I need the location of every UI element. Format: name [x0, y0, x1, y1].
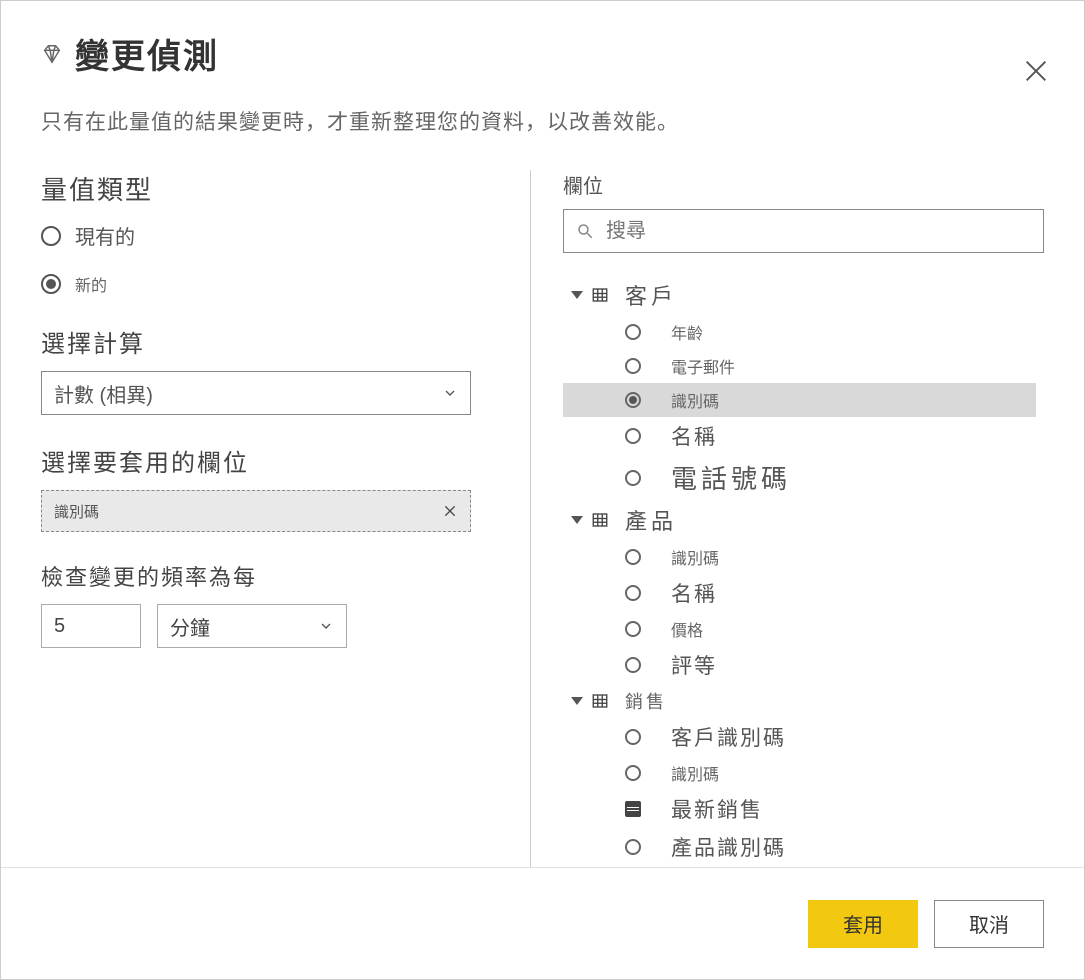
- field-label: 名稱: [671, 421, 717, 451]
- frequency-row: 分鐘: [41, 604, 498, 648]
- tree-field-item[interactable]: 識別碼: [563, 383, 1036, 417]
- search-icon: [576, 222, 594, 240]
- tree-field-item[interactable]: 年齡: [563, 315, 1036, 349]
- field-label: 最新銷售: [671, 794, 763, 824]
- expand-icon: [571, 291, 583, 299]
- tree-field-item[interactable]: 最新銷售: [563, 790, 1036, 828]
- field-label: 電子郵件: [671, 354, 735, 378]
- remove-chip-icon[interactable]: [442, 503, 458, 519]
- field-label: 價格: [671, 617, 703, 641]
- applied-field-chip[interactable]: 識別碼: [41, 490, 471, 532]
- tree-field-item[interactable]: 價格: [563, 612, 1036, 646]
- fields-label: 欄位: [563, 170, 1044, 199]
- field-label: 客戶識別碼: [671, 722, 786, 752]
- cancel-button[interactable]: 取消: [934, 900, 1044, 948]
- tree-field-item[interactable]: 名稱: [563, 417, 1036, 455]
- dialog-header: 變更偵測 只有在此量值的結果變更時，才重新整理您的資料，以改善效能。: [1, 1, 1084, 146]
- field-label: 評等: [671, 650, 717, 680]
- radio-new[interactable]: 新的: [41, 272, 498, 296]
- table-icon: [591, 286, 609, 304]
- apply-field-title: 選擇要套用的欄位: [41, 443, 498, 478]
- tree-field-item[interactable]: 客戶識別碼: [563, 718, 1036, 756]
- measure-type-title: 量值類型: [41, 170, 498, 207]
- dialog-subtitle: 只有在此量值的結果變更時，才重新整理您的資料，以改善效能。: [41, 106, 1044, 136]
- radio-label: 新的: [75, 272, 107, 296]
- radio-existing[interactable]: 現有的: [41, 221, 498, 250]
- tree-table-label: 客戶: [625, 279, 677, 311]
- diamond-icon: [41, 43, 63, 65]
- title-row: 變更偵測: [41, 29, 1044, 78]
- tree-table-header[interactable]: 銷售: [563, 684, 1036, 718]
- tree-field-item[interactable]: 評等: [563, 646, 1036, 684]
- tree-field-item[interactable]: 產品識別碼: [563, 828, 1036, 866]
- tree-table-header[interactable]: 客戶: [563, 275, 1036, 315]
- calculation-value: 計數 (相異): [54, 379, 153, 408]
- field-radio-icon: [625, 549, 641, 565]
- dialog-title: 變更偵測: [75, 29, 219, 78]
- calculation-select[interactable]: 計數 (相異): [41, 371, 471, 415]
- field-label: 識別碼: [671, 388, 719, 412]
- frequency-input[interactable]: [41, 604, 141, 648]
- dialog-content: 量值類型 現有的 新的 選擇計算 計數 (相異) 選擇要套用的欄位 識別碼: [1, 146, 1084, 867]
- cancel-button-label: 取消: [969, 909, 1009, 938]
- frequency-unit-value: 分鐘: [170, 612, 210, 641]
- field-label: 產品識別碼: [671, 832, 786, 862]
- tree-field-item[interactable]: 識別碼: [563, 756, 1036, 790]
- apply-button-label: 套用: [843, 909, 883, 938]
- table-icon: [591, 511, 609, 529]
- search-box[interactable]: [563, 209, 1044, 253]
- expand-icon: [571, 697, 583, 705]
- calculation-title: 選擇計算: [41, 324, 498, 359]
- tree-table-label: 銷售: [625, 688, 667, 714]
- calculator-icon: [625, 801, 641, 817]
- field-radio-icon: [625, 470, 641, 486]
- field-label: 電話號碼: [671, 459, 791, 496]
- field-label: 年齡: [671, 320, 703, 344]
- tree-field-item[interactable]: 電子郵件: [563, 349, 1036, 383]
- right-column: 欄位 客戶年齡電子郵件識別碼名稱電話號碼產品識別碼名稱價格評等銷售客戶識別碼識別…: [531, 170, 1044, 867]
- tree-field-item[interactable]: 名稱: [563, 574, 1036, 612]
- field-label: 名稱: [671, 578, 717, 608]
- radio-icon: [41, 274, 61, 294]
- field-radio-icon: [625, 392, 641, 408]
- field-label: 識別碼: [671, 545, 719, 569]
- radio-icon: [41, 226, 61, 246]
- tree-table-label: 產品: [625, 504, 677, 536]
- tree-field-item[interactable]: 電話號碼: [563, 455, 1036, 500]
- left-column: 量值類型 現有的 新的 選擇計算 計數 (相異) 選擇要套用的欄位 識別碼: [41, 170, 531, 867]
- radio-label: 現有的: [75, 221, 135, 250]
- change-detection-dialog: 變更偵測 只有在此量值的結果變更時，才重新整理您的資料，以改善效能。 量值類型 …: [0, 0, 1085, 980]
- frequency-title: 檢查變更的頻率為每: [41, 560, 498, 592]
- field-radio-icon: [625, 765, 641, 781]
- field-radio-icon: [625, 657, 641, 673]
- expand-icon: [571, 516, 583, 524]
- field-radio-icon: [625, 839, 641, 855]
- fields-tree[interactable]: 客戶年齡電子郵件識別碼名稱電話號碼產品識別碼名稱價格評等銷售客戶識別碼識別碼最新…: [563, 275, 1044, 867]
- field-radio-icon: [625, 621, 641, 637]
- field-radio-icon: [625, 428, 641, 444]
- dialog-footer: 套用 取消: [1, 867, 1084, 979]
- chevron-down-icon: [442, 385, 458, 401]
- field-radio-icon: [625, 324, 641, 340]
- field-radio-icon: [625, 729, 641, 745]
- chip-text: 識別碼: [54, 501, 99, 522]
- apply-button[interactable]: 套用: [808, 900, 918, 948]
- chevron-down-icon: [318, 618, 334, 634]
- table-icon: [591, 692, 609, 710]
- search-input[interactable]: [606, 220, 1031, 243]
- field-radio-icon: [625, 585, 641, 601]
- field-radio-icon: [625, 358, 641, 374]
- tree-field-item[interactable]: 識別碼: [563, 540, 1036, 574]
- close-icon[interactable]: [1022, 57, 1050, 85]
- tree-table-header[interactable]: 產品: [563, 500, 1036, 540]
- frequency-unit-select[interactable]: 分鐘: [157, 604, 347, 648]
- field-label: 識別碼: [671, 761, 719, 785]
